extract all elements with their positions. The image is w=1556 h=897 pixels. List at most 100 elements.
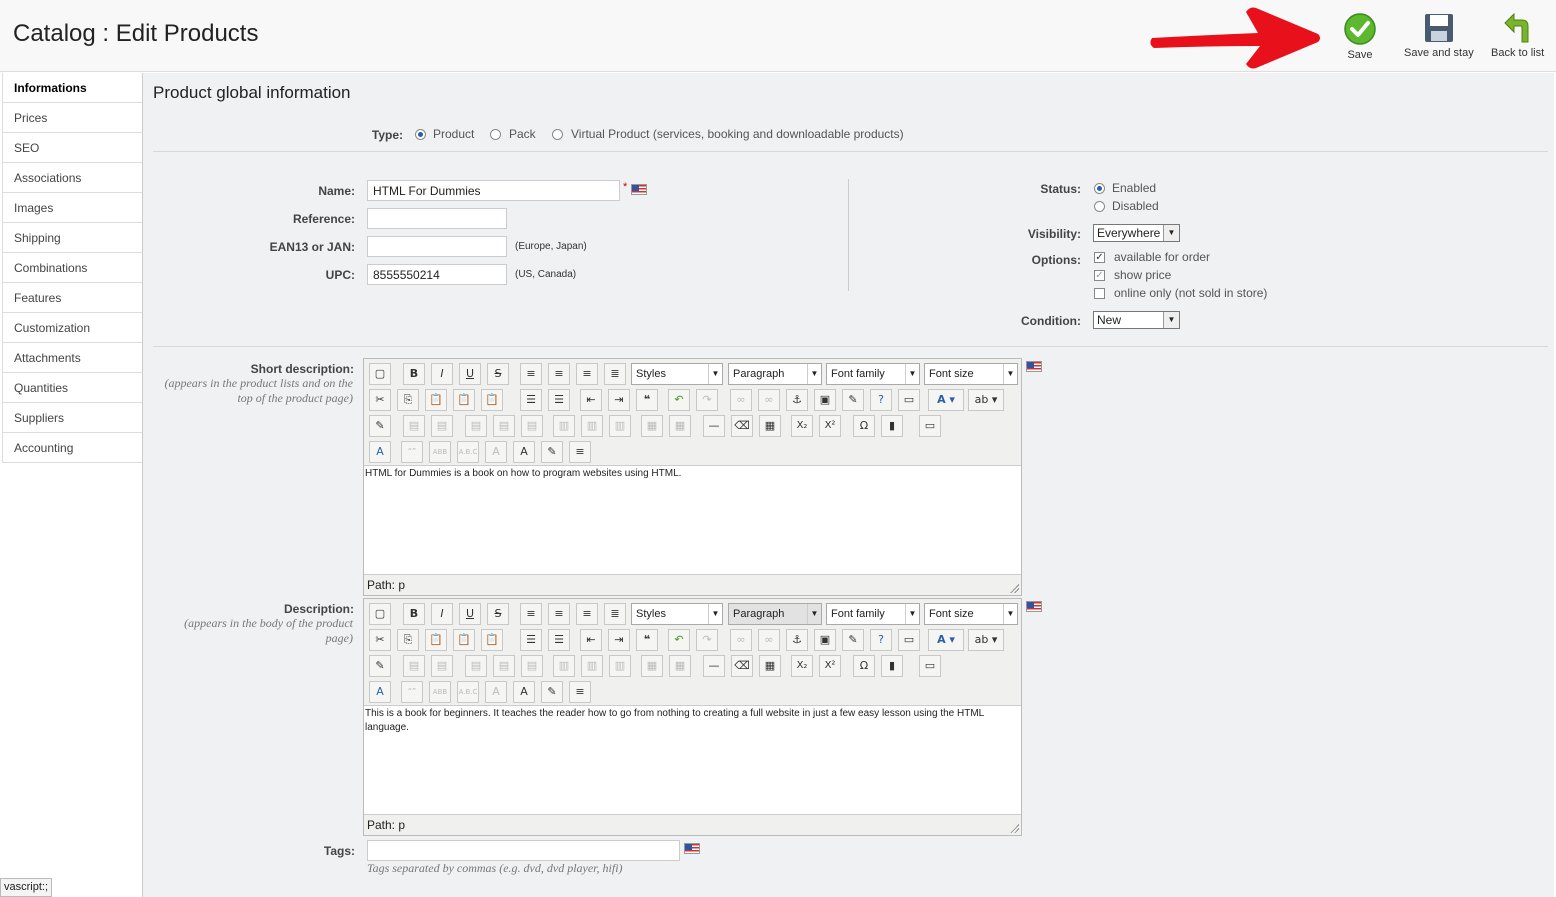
del-icon[interactable]: A [485,681,507,703]
table-cell-props-icon[interactable]: ▤ [431,415,453,437]
save-and-stay-button[interactable]: Save and stay [1404,12,1474,59]
underline-icon[interactable]: U [459,603,481,625]
table-cell-props-icon[interactable]: ▤ [431,655,453,677]
remove-format-icon[interactable]: ⌫ [731,655,753,677]
reference-input[interactable] [367,208,507,229]
new-document-icon[interactable]: ▢ [369,603,391,625]
redo-icon[interactable]: ↷ [696,629,718,651]
outdent-icon[interactable]: ⇤ [580,629,602,651]
sidebar-item-combinations[interactable]: Combinations [2,253,142,283]
font-family-select[interactable]: Font family ▼ [826,363,920,385]
cite-icon[interactable]: “” [401,441,423,463]
sidebar-item-attachments[interactable]: Attachments [2,343,142,373]
image-icon[interactable]: ▣ [814,629,836,651]
upc-input[interactable] [367,264,507,285]
image-icon[interactable]: ▣ [814,389,836,411]
ins-icon[interactable]: A [513,681,535,703]
table-icon[interactable]: ▦ [759,655,781,677]
font-family-select[interactable]: Font family ▼ [826,603,920,625]
superscript-icon[interactable]: X² [819,655,841,677]
acronym-icon[interactable]: A.B.C [457,681,479,703]
insert-row-after-icon[interactable]: ▤ [493,415,515,437]
back-to-list-button[interactable]: Back to list [1491,12,1544,59]
styles-select[interactable]: Styles ▼ [631,603,723,625]
insert-row-before-icon[interactable]: ▤ [465,415,487,437]
cut-icon[interactable]: ✂ [369,629,391,651]
ins-icon[interactable]: A [513,441,535,463]
bullet-list-icon[interactable]: ☰ [520,629,542,651]
sidebar-item-features[interactable]: Features [2,283,142,313]
strikethrough-icon[interactable]: S [487,363,509,385]
resize-grip-icon[interactable] [1009,583,1019,593]
split-cells-icon[interactable]: ▦ [641,655,663,677]
styles-select[interactable]: Styles ▼ [631,363,723,385]
abbr-icon[interactable]: ABB [429,441,451,463]
numbered-list-icon[interactable]: ☰ [548,629,570,651]
insert-col-before-icon[interactable]: ▥ [553,655,575,677]
sidebar-item-informations[interactable]: Informations [2,73,142,103]
nonbreaking-icon[interactable]: ≡ [569,681,591,703]
del-icon[interactable]: A [485,441,507,463]
align-right-icon[interactable]: ≡ [576,603,598,625]
undo-icon[interactable]: ↶ [668,389,690,411]
delete-row-icon[interactable]: ▤ [521,655,543,677]
flag-icon[interactable] [631,184,647,195]
paragraph-select[interactable]: Paragraph ▼ [728,603,822,625]
new-document-icon[interactable]: ▢ [369,363,391,385]
copy-icon[interactable]: ⎘ [397,389,419,411]
background-color-icon[interactable]: ab ▾ [968,629,1004,651]
text-color-icon[interactable]: A ▾ [928,389,964,411]
subscript-icon[interactable]: X₂ [791,655,813,677]
available-for-order-checkbox[interactable]: ✓ [1094,252,1105,263]
edit-css-icon[interactable]: ✎ [369,655,391,677]
insert-col-before-icon[interactable]: ▥ [553,415,575,437]
type-product-radio[interactable] [415,129,426,140]
bold-icon[interactable]: B [403,603,425,625]
underline-icon[interactable]: U [459,363,481,385]
type-pack-radio[interactable] [490,129,501,140]
show-price-checkbox[interactable]: ✓ [1094,270,1105,281]
paste-word-icon[interactable]: 📋 [481,629,503,651]
font-size-select[interactable]: Font size ▼ [924,603,1018,625]
name-input[interactable] [367,180,620,201]
media-icon[interactable]: ▮ [881,655,903,677]
delete-col-icon[interactable]: ▥ [609,655,631,677]
paste-icon[interactable]: 📋 [425,629,447,651]
align-center-icon[interactable]: ≡ [548,363,570,385]
font-size-select[interactable]: Font size ▼ [924,363,1018,385]
align-left-icon[interactable]: ≡ [520,363,542,385]
paste-icon[interactable]: 📋 [425,389,447,411]
resize-grip-icon[interactable] [1009,823,1019,833]
paste-word-icon[interactable]: 📋 [481,389,503,411]
table-row-props-icon[interactable]: ▤ [403,415,425,437]
background-color-icon[interactable]: ab ▾ [968,389,1004,411]
align-right-icon[interactable]: ≡ [576,363,598,385]
unlink-icon[interactable]: ∞ [758,629,780,651]
online-only-checkbox[interactable] [1094,288,1105,299]
tags-input[interactable] [367,840,680,861]
special-char-icon[interactable]: Ω [853,655,875,677]
cleanup-icon[interactable]: ✎ [842,389,864,411]
flag-icon[interactable] [1026,361,1042,372]
cite-icon[interactable]: “” [401,681,423,703]
sidebar-item-shipping[interactable]: Shipping [2,223,142,253]
remove-format-icon[interactable]: ⌫ [731,415,753,437]
flag-icon[interactable] [1026,601,1042,612]
acronym-icon[interactable]: A.B.C [457,441,479,463]
description-content[interactable]: This is a book for beginners. It teaches… [364,705,1021,815]
help-icon[interactable]: ? [870,389,892,411]
sidebar-item-seo[interactable]: SEO [2,133,142,163]
attributes-icon[interactable]: ✎ [541,681,563,703]
edit-css-icon[interactable]: ✎ [369,415,391,437]
link-icon[interactable]: ∞ [730,629,752,651]
ean-input[interactable] [367,236,507,257]
table-row-props-icon[interactable]: ▤ [403,655,425,677]
horizontal-rule-icon[interactable]: — [703,415,725,437]
unlink-icon[interactable]: ∞ [758,389,780,411]
split-cells-icon[interactable]: ▦ [641,415,663,437]
numbered-list-icon[interactable]: ☰ [548,389,570,411]
condition-select[interactable]: New ▼ [1093,311,1180,329]
short-description-content[interactable]: HTML for Dummies is a book on how to pro… [364,465,1021,575]
save-button[interactable]: Save [1343,12,1377,61]
paste-text-icon[interactable]: 📋 [453,629,475,651]
